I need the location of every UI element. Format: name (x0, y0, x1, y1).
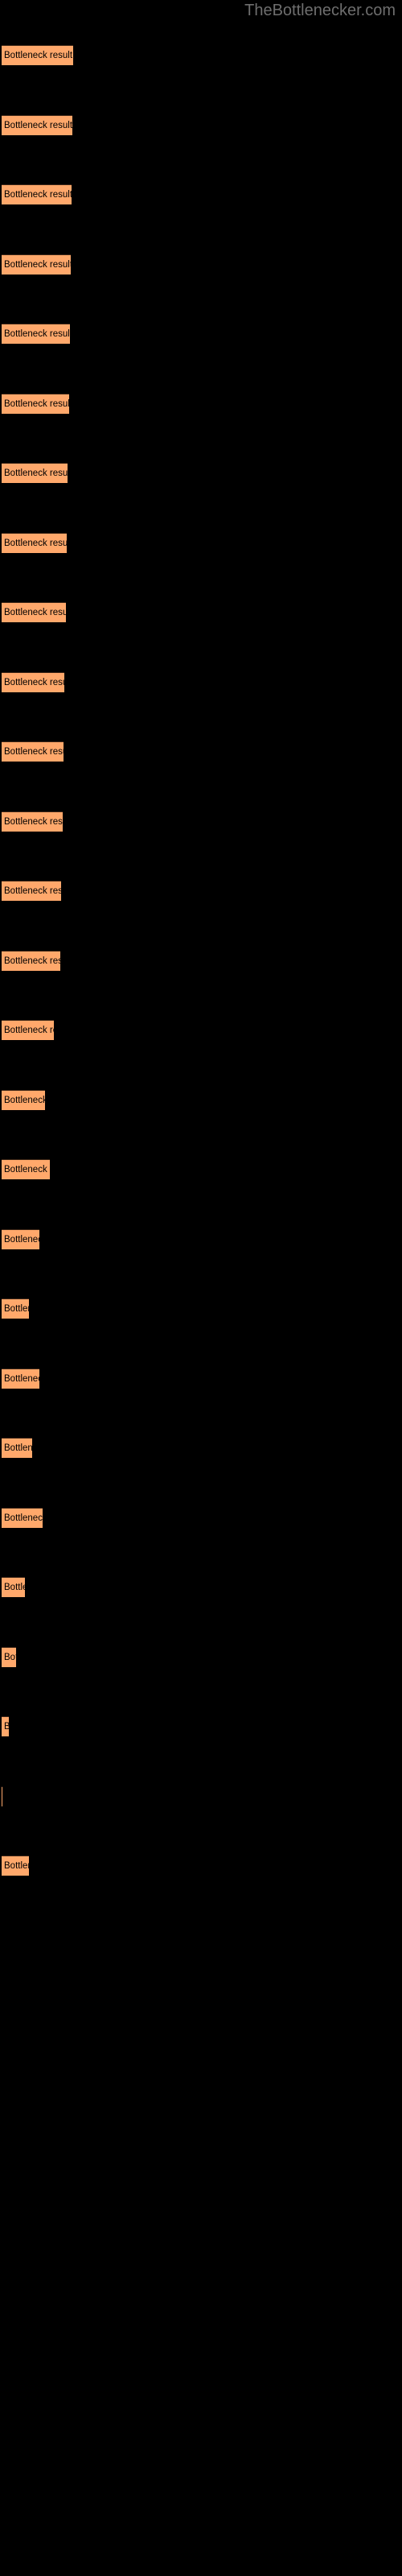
site-watermark: TheBottlenecker.com (244, 2, 396, 19)
bar-label: Bottleneck result (4, 1722, 9, 1732)
bar[interactable]: Bottleneck result (2, 463, 68, 483)
bar-label: Bottleneck result (4, 956, 60, 966)
bar[interactable]: Bottleneck result (2, 1716, 9, 1736)
bar[interactable]: Bottleneck result (2, 1020, 54, 1040)
bar-label: Bottleneck result (4, 1234, 39, 1245)
bar[interactable]: Bottleneck result (2, 811, 63, 832)
bar[interactable]: Bottleneck result (2, 1228, 39, 1249)
bar-label: Bottleneck result (4, 886, 61, 896)
bar[interactable]: Bottleneck result (2, 1507, 43, 1528)
bar-label: Bottleneck result (4, 1861, 29, 1871)
bar-label: Bottleneck result (4, 1513, 43, 1523)
bar[interactable]: Bottleneck result (2, 950, 61, 971)
bar[interactable]: Bottleneck result (2, 254, 71, 275)
bar-label: Bottleneck result (4, 329, 70, 339)
bar[interactable]: Bottleneck result (2, 1577, 26, 1597)
bar[interactable]: Bottleneck result (2, 602, 66, 622)
bar[interactable]: Bottleneck result (2, 114, 73, 135)
bar[interactable]: Bottleneck result (2, 45, 74, 65)
bar[interactable]: Bottleneck result (2, 532, 67, 553)
bar-label: Bottleneck result (4, 190, 72, 200)
bar-label: Bottleneck result (4, 677, 64, 687)
bar[interactable]: Bottleneck result (2, 1438, 32, 1458)
bar[interactable]: Bottleneck result (2, 1298, 30, 1319)
bar-label: Bottleneck result (4, 747, 64, 757)
bar-label: Bottleneck result (4, 1443, 32, 1453)
bar[interactable]: Bottleneck result (2, 671, 64, 692)
bar-label: Bottleneck result (4, 1373, 39, 1384)
bar[interactable]: Bottleneck result (2, 1646, 17, 1667)
bar-label: Bottleneck result (4, 120, 73, 130)
bar-label: Bottleneck result (4, 1304, 29, 1314)
bar-label: Bottleneck result (4, 469, 68, 478)
bar-label: Bottleneck result (4, 1165, 50, 1174)
bar-label: Bottleneck result (4, 398, 69, 409)
bar-label: Bottleneck result (4, 608, 66, 617)
bar-label: Bottleneck result (4, 1026, 54, 1035)
bar-label: Bottleneck result (4, 259, 71, 270)
bar[interactable]: Bottleneck result (2, 184, 72, 204)
bar-label: Bottleneck result (4, 1095, 46, 1105)
bar[interactable]: Bottleneck result (2, 393, 69, 414)
bar[interactable]: Bottleneck result (2, 324, 70, 344)
bar-label: Bottleneck result (4, 1583, 25, 1592)
bar[interactable]: Bottleneck result (2, 1159, 50, 1179)
bar-label: Bottleneck result (4, 51, 73, 60)
bar[interactable]: Bottleneck result (2, 881, 62, 901)
bar-label: Bottleneck result (4, 816, 63, 827)
bar[interactable]: Bottleneck result (2, 741, 64, 762)
bar-label: Bottleneck result (4, 1652, 16, 1662)
bar[interactable]: Bottleneck result (2, 1089, 46, 1110)
bottleneck-bar-chart: TheBottlenecker.com Bottleneck result Bot… (0, 0, 402, 2576)
bar[interactable]: Bottleneck result (2, 1856, 30, 1876)
bar-label: Bottleneck result (4, 538, 67, 548)
bar[interactable]: Bottleneck result (2, 1368, 39, 1389)
